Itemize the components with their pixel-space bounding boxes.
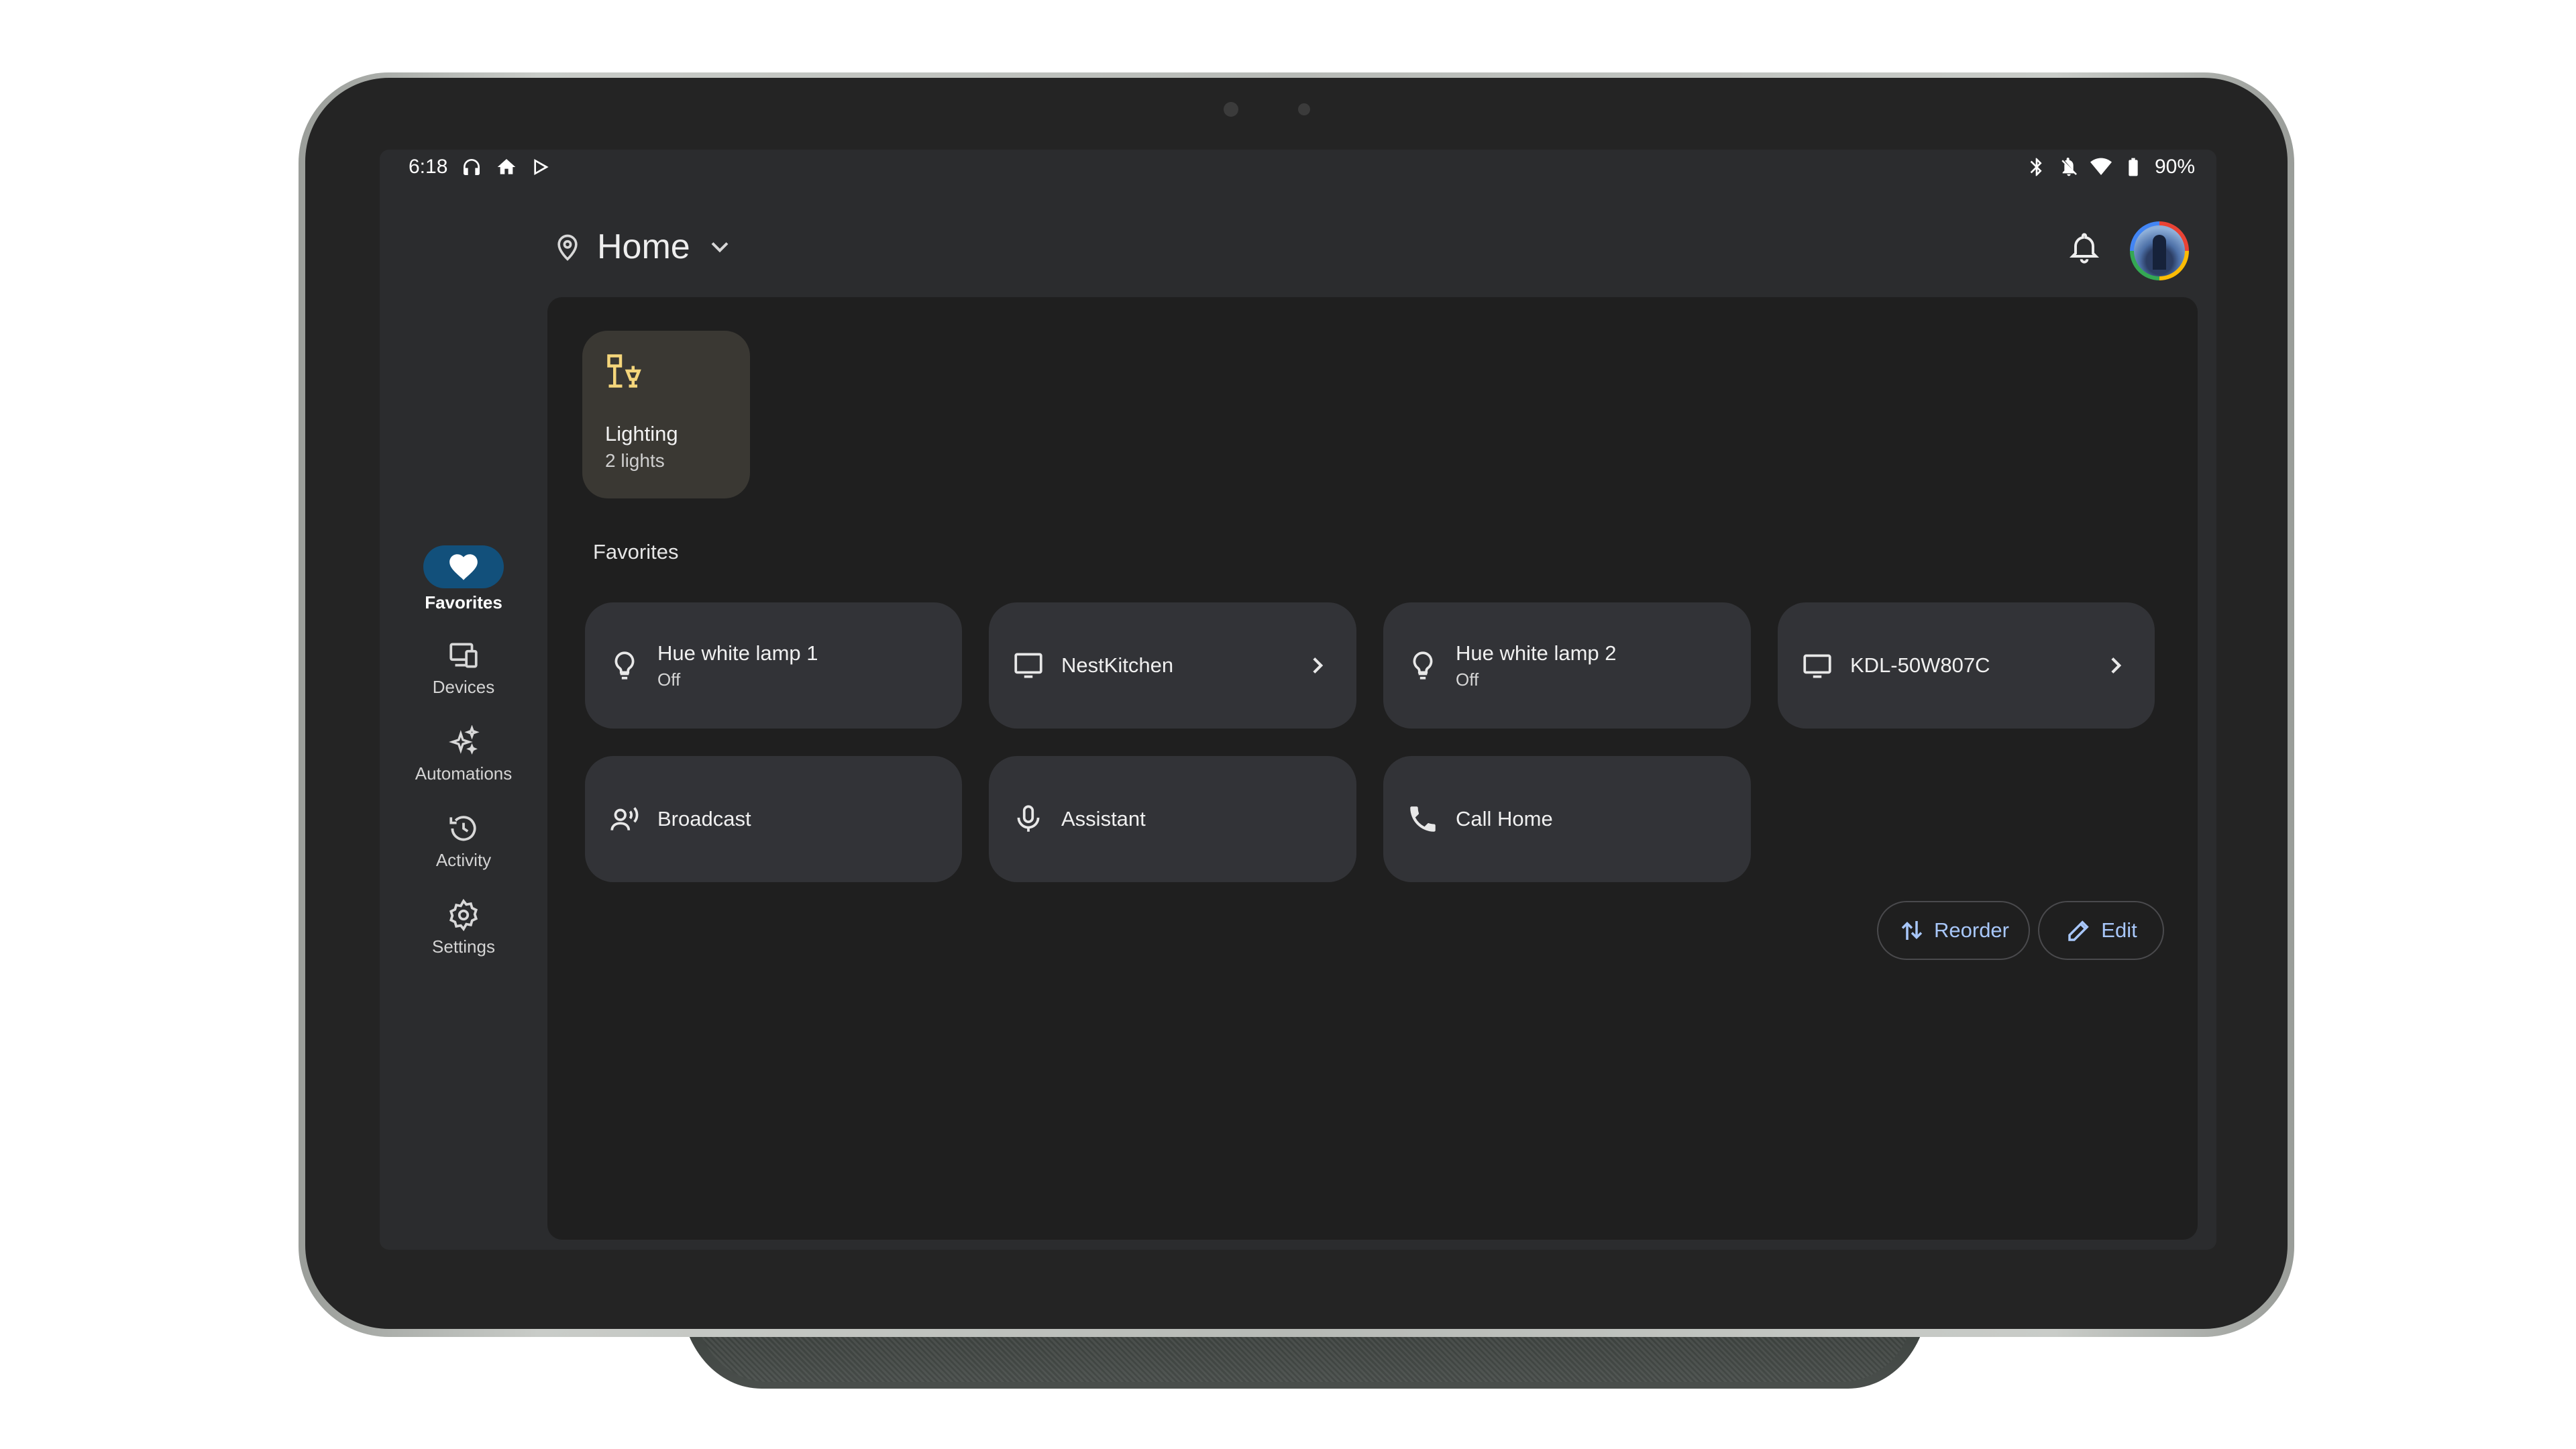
- tile-name: Hue white lamp 2: [1456, 641, 1617, 665]
- camera-sensor: [1224, 102, 1238, 117]
- chevron-down-icon: [711, 242, 729, 253]
- wifi-icon: [2090, 158, 2112, 175]
- nav-icon-wrap: [423, 638, 504, 673]
- tv-icon: [1803, 654, 1831, 678]
- lighting-subtitle: 2 lights: [605, 450, 665, 471]
- avatar-image: [2134, 225, 2185, 276]
- edit-label: Edit: [2101, 918, 2137, 942]
- bell-icon[interactable]: [2067, 230, 2102, 265]
- devices-icon: [449, 643, 478, 668]
- tile-state: Off: [1456, 669, 1479, 690]
- tile-name: KDL-50W807C: [1850, 653, 1990, 677]
- display-icon: [1014, 653, 1042, 678]
- tile-hue-white-lamp-1[interactable]: Hue white lamp 1 Off: [585, 602, 962, 729]
- chevron-right-icon: [2111, 657, 2122, 674]
- notifications-off-icon: [2061, 158, 2077, 176]
- tile-state: Off: [657, 669, 681, 690]
- reorder-icon: [1901, 921, 1923, 940]
- battery-percent: 90%: [2154, 156, 2195, 178]
- nav-label-automations: Automations: [415, 763, 513, 784]
- tile-assistant[interactable]: Assistant: [989, 756, 1356, 882]
- nav-label-devices: Devices: [432, 677, 495, 697]
- nav-label-settings: Settings: [432, 936, 495, 957]
- account-avatar[interactable]: [2130, 221, 2189, 280]
- mic-icon: [1017, 805, 1040, 832]
- section-title: Favorites: [593, 540, 679, 564]
- nav-item-activity[interactable]: Activity: [380, 811, 547, 871]
- navigation-rail: Favorites Devices Automations Activity S…: [380, 150, 547, 1250]
- nav-active-pill: [423, 545, 504, 588]
- tile-kdl-50w807c[interactable]: KDL-50W807C: [1778, 602, 2155, 729]
- nav-icon-wrap: [423, 811, 504, 846]
- tile-name: Broadcast: [657, 807, 751, 830]
- favorites-panel: Lighting 2 lights Favorites Hue white la…: [547, 297, 2198, 1240]
- reorder-label: Reorder: [1934, 918, 2009, 942]
- nav-icon-wrap: [423, 724, 504, 759]
- location-pin-icon: [557, 234, 578, 261]
- home-selector[interactable]: Home: [553, 227, 735, 267]
- bluetooth-icon: [2030, 158, 2042, 176]
- tile-call-home[interactable]: Call Home: [1383, 756, 1751, 882]
- screen: 6:18 90% Home Favorites Devices Automati…: [380, 150, 2216, 1250]
- lighting-title: Lighting: [605, 422, 678, 445]
- heart-icon: [449, 554, 478, 580]
- home-title: Home: [597, 227, 690, 266]
- broadcast-icon: [610, 807, 639, 830]
- nav-item-automations[interactable]: Automations: [380, 724, 547, 784]
- tile-name: Hue white lamp 1: [657, 641, 818, 665]
- lighting-card[interactable]: Lighting 2 lights: [582, 331, 750, 498]
- battery-icon: [2129, 158, 2138, 176]
- tile-nestkitchen[interactable]: NestKitchen: [989, 602, 1356, 729]
- edit-button[interactable]: Edit: [2038, 901, 2164, 960]
- gear-icon: [449, 898, 478, 932]
- status-bar: 6:18 90%: [380, 150, 2216, 183]
- tile-name: NestKitchen: [1061, 653, 1174, 677]
- nav-label-activity: Activity: [435, 850, 492, 870]
- tile-name: Assistant: [1061, 807, 1146, 830]
- tile-name: Call Home: [1456, 807, 1553, 830]
- sparkle-icon: [449, 725, 480, 755]
- nav-label-favorites: Favorites: [425, 592, 502, 612]
- bulb-icon: [1413, 651, 1433, 680]
- nav-item-devices[interactable]: Devices: [380, 638, 547, 698]
- camera-lens: [1298, 103, 1310, 115]
- nav-icon-wrap: [423, 898, 504, 932]
- pencil-icon: [2068, 920, 2090, 941]
- phone-icon: [1410, 806, 1436, 832]
- bulb-icon: [614, 651, 635, 680]
- chevron-right-icon: [1313, 657, 1324, 674]
- reorder-button[interactable]: Reorder: [1877, 901, 2030, 960]
- tile-broadcast[interactable]: Broadcast: [585, 756, 962, 882]
- history-icon: [449, 816, 476, 841]
- lamp-icon: [607, 354, 641, 388]
- tile-hue-white-lamp-2[interactable]: Hue white lamp 2 Off: [1383, 602, 1751, 729]
- nav-item-favorites[interactable]: Favorites: [380, 545, 547, 613]
- nav-item-settings[interactable]: Settings: [380, 898, 547, 957]
